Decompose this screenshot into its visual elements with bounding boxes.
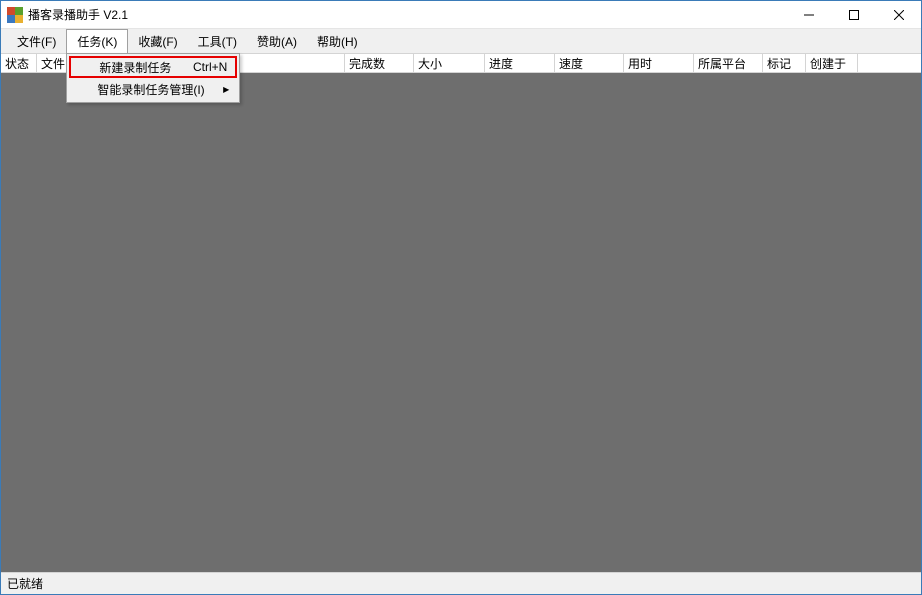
col-progress[interactable]: 进度 bbox=[485, 54, 555, 72]
menu-help[interactable]: 帮助(H) bbox=[307, 29, 368, 53]
minimize-button[interactable] bbox=[786, 1, 831, 28]
col-speed[interactable]: 速度 bbox=[555, 54, 624, 72]
window-controls bbox=[786, 1, 921, 28]
col-platform[interactable]: 所属平台 bbox=[694, 54, 763, 72]
col-status[interactable]: 状态 bbox=[1, 54, 37, 72]
menu-task[interactable]: 任务(K) 新建录制任务 Ctrl+N 智能录制任务管理(I) ▶ bbox=[66, 29, 128, 53]
menubar: 文件(F) 任务(K) 新建录制任务 Ctrl+N 智能录制任务管理(I) ▶ … bbox=[1, 29, 921, 53]
app-icon bbox=[7, 7, 23, 23]
submenu-arrow-icon: ▶ bbox=[223, 85, 229, 94]
dropdown-item-label: 新建录制任务 bbox=[99, 59, 193, 76]
content-area bbox=[1, 73, 921, 572]
close-button[interactable] bbox=[876, 1, 921, 28]
menu-label: 工具(T) bbox=[198, 33, 237, 50]
dropdown-item-label: 智能录制任务管理(I) bbox=[97, 81, 229, 98]
statusbar: 已就绪 bbox=[1, 572, 921, 594]
dropdown-smart-record-manage[interactable]: 智能录制任务管理(I) ▶ bbox=[69, 78, 237, 100]
menu-label: 赞助(A) bbox=[257, 33, 297, 50]
menu-favorites[interactable]: 收藏(F) bbox=[128, 29, 187, 53]
task-dropdown: 新建录制任务 Ctrl+N 智能录制任务管理(I) ▶ bbox=[66, 53, 240, 103]
menu-label: 任务(K) bbox=[77, 33, 117, 50]
col-size[interactable]: 大小 bbox=[414, 54, 485, 72]
menu-tools[interactable]: 工具(T) bbox=[188, 29, 247, 53]
col-mark[interactable]: 标记 bbox=[763, 54, 806, 72]
menu-label: 文件(F) bbox=[17, 33, 56, 50]
menu-donate[interactable]: 赞助(A) bbox=[247, 29, 307, 53]
titlebar: 播客录播助手 V2.1 bbox=[1, 1, 921, 29]
col-elapsed[interactable]: 用时 bbox=[624, 54, 694, 72]
status-text: 已就绪 bbox=[7, 575, 43, 592]
menu-file[interactable]: 文件(F) bbox=[7, 29, 66, 53]
window-title: 播客录播助手 V2.1 bbox=[28, 6, 786, 23]
col-created[interactable]: 创建于 bbox=[806, 54, 858, 72]
dropdown-item-shortcut: Ctrl+N bbox=[193, 60, 227, 74]
dropdown-new-record-task[interactable]: 新建录制任务 Ctrl+N bbox=[69, 56, 237, 78]
menu-label: 收藏(F) bbox=[138, 33, 177, 50]
menu-label: 帮助(H) bbox=[317, 33, 358, 50]
maximize-button[interactable] bbox=[831, 1, 876, 28]
col-completed[interactable]: 完成数 bbox=[345, 54, 414, 72]
